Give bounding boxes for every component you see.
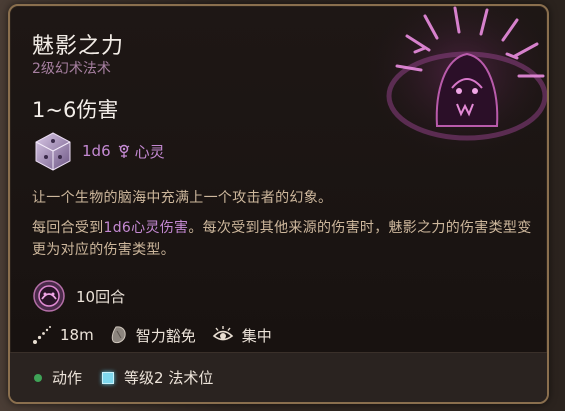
damage-type: 心灵 <box>134 142 165 161</box>
spell-name: 魅影之力 <box>32 34 125 59</box>
concentration-text: 集中 <box>241 326 272 345</box>
cost-footer: 动作 等级2 法术位 <box>10 352 547 402</box>
spell-properties: 18m 智力豁免 集中 <box>32 322 288 348</box>
save-text: 智力豁免 <box>135 326 196 345</box>
concentration-icon <box>212 326 233 341</box>
action-cost: 动作 <box>34 367 82 388</box>
action-label: 动作 <box>52 369 83 387</box>
concentration-property: 集中 <box>212 325 272 346</box>
spell-slot-icon <box>102 371 115 384</box>
spell-level-school: 2级幻术法术 <box>32 61 111 77</box>
dice-icon <box>35 132 71 171</box>
range-icon <box>33 326 51 344</box>
range-property: 18m <box>32 325 94 345</box>
save-property: 智力豁免 <box>110 325 196 346</box>
description-paragraph: 每回合受到1d6心灵伤害。每次受到其他来源的伤害时，魅影之力的伤害类型变更为对应… <box>32 217 532 261</box>
dice-text: 1d6 心灵 <box>82 141 165 162</box>
description-highlight: 1d6心灵伤害 <box>103 220 189 236</box>
description-text-a: 每回合受到 <box>32 220 104 236</box>
spell-slot-label: 等级2 法术位 <box>124 369 214 387</box>
phantasmal-force-art <box>367 6 547 166</box>
dice-value: 1d6 <box>82 142 111 160</box>
spell-tooltip: 魅影之力 2级幻术法术 1~6伤害 1d6 心灵 让一个生物的脑海中充满上一个攻… <box>8 4 549 404</box>
duration-row: 10回合 <box>32 278 125 314</box>
duration-text: 10回合 <box>76 287 126 306</box>
action-dot-icon <box>34 373 42 382</box>
spell-slot-cost: 等级2 法术位 <box>102 367 213 388</box>
psychic-icon <box>118 144 129 158</box>
duration-icon <box>33 280 65 312</box>
description-line1: 让一个生物的脑海中充满上一个攻击者的幻象。 <box>32 190 333 206</box>
damage-dice-row: 1d6 心灵 <box>32 130 165 172</box>
range-text: 18m <box>60 326 94 344</box>
intelligence-save-icon <box>111 326 126 344</box>
damage-range: 1~6伤害 <box>32 98 119 122</box>
